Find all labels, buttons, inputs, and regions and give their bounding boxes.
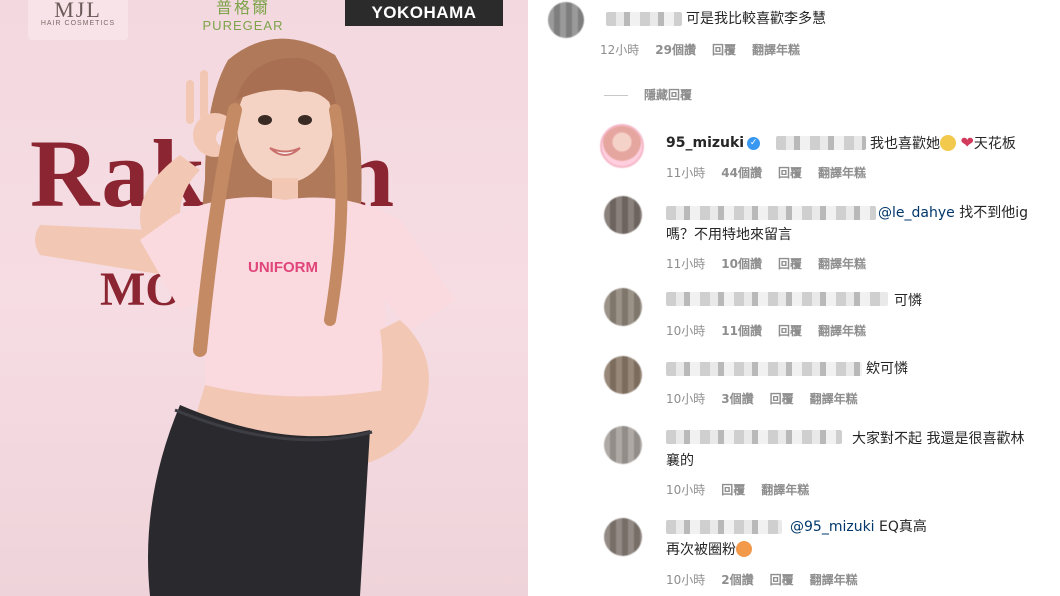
- comment-text: 找不到他ig: [959, 205, 1028, 221]
- blurred-username: [666, 292, 888, 306]
- translate-button[interactable]: 翻譯年糕: [761, 483, 809, 497]
- blurred-username: [666, 430, 842, 444]
- reply-button[interactable]: 回覆: [770, 573, 794, 587]
- comment-time: 11小時: [666, 257, 706, 271]
- translate-button[interactable]: 翻譯年糕: [752, 43, 800, 57]
- translate-button[interactable]: 翻譯年糕: [810, 573, 858, 587]
- comment-text-2: 再次被圈粉: [666, 542, 736, 558]
- blurred-username: [666, 520, 782, 534]
- person-illustration: UNIFORM: [35, 38, 455, 596]
- comment-time: 10小時: [666, 483, 706, 497]
- comment-time: 10小時: [666, 392, 706, 406]
- comment-text-line: 我也喜歡她 ❤天花板: [870, 134, 1016, 153]
- reply-button[interactable]: 回覆: [721, 483, 745, 497]
- comment-text: 我也喜歡她: [870, 136, 940, 152]
- comment-text-line2: 嗎？不用特地來留言: [666, 227, 792, 243]
- comment-meta: 12小時 29個讚 回覆 翻譯年糕: [600, 42, 816, 58]
- comment-meta: 10小時 回覆 翻譯年糕: [666, 482, 825, 498]
- commenter-avatar[interactable]: [604, 196, 642, 234]
- hide-replies-button[interactable]: 隱藏回覆: [604, 86, 692, 103]
- comment-text-line: @le_dahye 找不到他ig: [878, 204, 1028, 222]
- reply-button[interactable]: 回覆: [712, 43, 736, 57]
- comment-text-line2: 襄的: [666, 453, 694, 469]
- comment-meta: 11小時 44個讚 回覆 翻譯年糕: [666, 165, 882, 181]
- comment-text: 可憐: [894, 293, 922, 309]
- like-count[interactable]: 11個讚: [721, 324, 762, 338]
- comment-text: EQ真高: [879, 519, 927, 535]
- comment-text-line: @95_mizuki EQ真高: [790, 518, 927, 536]
- blurred-username: [666, 362, 862, 376]
- reply-button[interactable]: 回覆: [778, 257, 802, 271]
- like-count[interactable]: 44個讚: [721, 166, 762, 180]
- blurred-mention: [776, 136, 866, 150]
- mention-link[interactable]: @95_mizuki: [790, 519, 875, 535]
- username[interactable]: 95_mizuki: [666, 135, 744, 151]
- blurred-username: [606, 12, 682, 26]
- comment-text-line2: 再次被圈粉: [666, 541, 752, 559]
- blurred-username: [666, 206, 876, 220]
- comment-meta: 10小時 11個讚 回覆 翻譯年糕: [666, 323, 882, 339]
- shirt-print: UNIFORM: [248, 259, 318, 276]
- like-count[interactable]: 2個讚: [721, 573, 753, 587]
- reply-button[interactable]: 回覆: [778, 324, 802, 338]
- comments-panel: 可是我比較喜歡李多慧 12小時 29個讚 回覆 翻譯年糕 隱藏回覆 95_mizuki…: [528, 0, 1060, 596]
- mention-link[interactable]: @le_dahye: [878, 205, 955, 221]
- translate-button[interactable]: 翻譯年糕: [818, 324, 866, 338]
- comment-time: 12小時: [600, 43, 640, 57]
- commenter-avatar[interactable]: [548, 2, 584, 38]
- comment-text: 欸可憐: [866, 361, 908, 377]
- translate-button[interactable]: 翻譯年糕: [818, 166, 866, 180]
- commenter-avatar[interactable]: [604, 518, 642, 556]
- comment-text-tail: 天花板: [973, 136, 1016, 152]
- like-count[interactable]: 10個讚: [721, 257, 762, 271]
- comment-meta: 10小時 3個讚 回覆 翻譯年糕: [666, 391, 874, 407]
- comment-time: 10小時: [666, 573, 706, 587]
- comment-text: 可是我比較喜歡李多慧: [686, 11, 826, 27]
- commenter-avatar[interactable]: [604, 356, 642, 394]
- commenter-avatar[interactable]: [604, 426, 642, 464]
- hide-replies-label: 隱藏回覆: [644, 88, 693, 102]
- reply-button[interactable]: 回覆: [778, 166, 802, 180]
- translate-button[interactable]: 翻譯年糕: [818, 257, 866, 271]
- comment-meta: 10小時 2個讚 回覆 翻譯年糕: [666, 572, 874, 588]
- divider: [604, 95, 628, 96]
- like-count[interactable]: 29個讚: [655, 43, 696, 57]
- comment-time: 11小時: [666, 166, 706, 180]
- reply-button[interactable]: 回覆: [770, 392, 794, 406]
- comment-text: 大家對不起 我還是很喜歡林: [852, 431, 1025, 447]
- broken-heart-emoji-icon: ❤: [960, 133, 974, 152]
- comment-meta: 11小時 10個讚 回覆 翻譯年糕: [666, 256, 882, 272]
- sad-face-emoji-icon: [940, 135, 956, 151]
- like-count[interactable]: 3個讚: [721, 392, 753, 406]
- comment-line: 95_mizuki ✓: [666, 134, 761, 152]
- mizuki-avatar[interactable]: [600, 124, 644, 168]
- verified-badge-icon: ✓: [747, 136, 761, 150]
- event-photo: MJL HAIR COSMETICS 普格爾 PUREGEAR YOKOHAMA…: [0, 0, 528, 596]
- translate-button[interactable]: 翻譯年糕: [810, 392, 858, 406]
- comment-time: 10小時: [666, 324, 706, 338]
- commenter-avatar[interactable]: [604, 288, 642, 326]
- star-struck-emoji-icon: [736, 541, 752, 557]
